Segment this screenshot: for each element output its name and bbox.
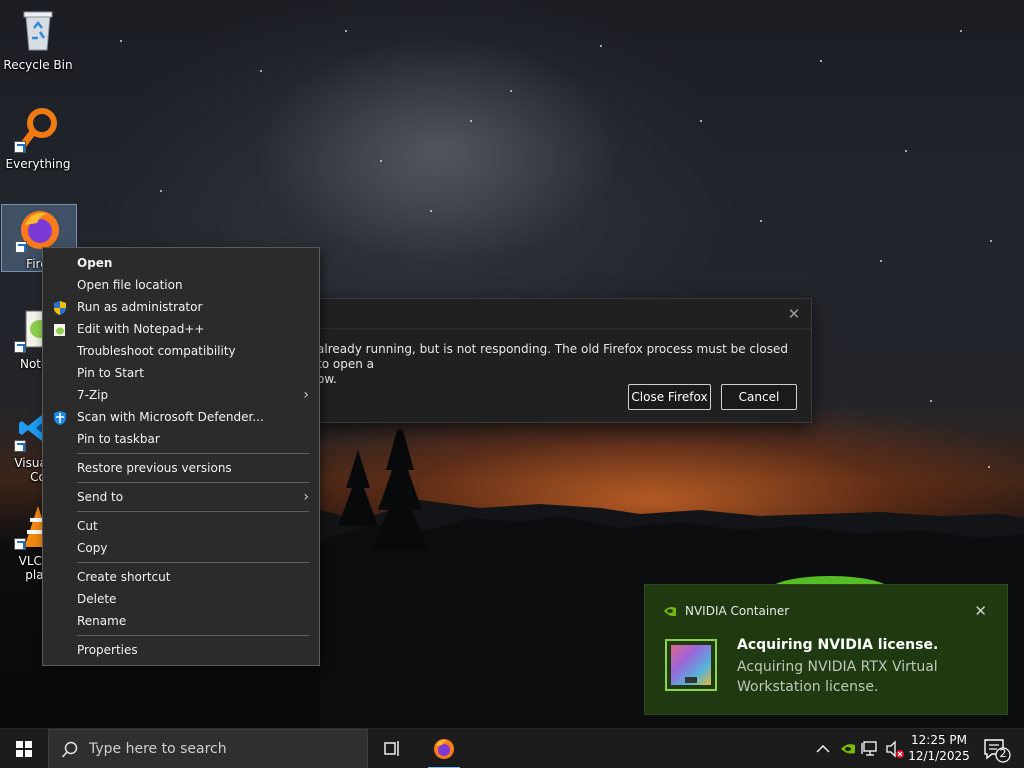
- nvidia-logo-icon: [663, 605, 677, 617]
- menu-separator: [77, 453, 309, 454]
- menu-item-label: Properties: [77, 643, 138, 657]
- menu-item-label: Create shortcut: [77, 570, 171, 584]
- menu-item-label: Open: [77, 256, 113, 270]
- menu-item-label: Restore previous versions: [77, 461, 232, 475]
- start-button[interactable]: [0, 729, 48, 768]
- chevron-up-icon: [816, 745, 830, 753]
- recycle-bin-icon: [14, 6, 62, 54]
- dialog-close-icon[interactable]: ✕: [783, 303, 805, 325]
- chevron-right-icon: ›: [303, 489, 309, 505]
- notification-count-badge: 2: [999, 747, 1007, 760]
- search-placeholder: Type here to search: [89, 741, 227, 757]
- action-center-button[interactable]: 2: [976, 729, 1016, 768]
- menu-item-run-as-administrator[interactable]: Run as administrator: [43, 296, 319, 318]
- search-icon: [61, 741, 78, 758]
- menu-item-create-shortcut[interactable]: Create shortcut: [43, 566, 319, 588]
- menu-item-label: Rename: [77, 614, 127, 628]
- shortcut-arrow-icon: [14, 341, 26, 353]
- menu-item-label: 7-Zip: [77, 388, 109, 402]
- taskbar-clock[interactable]: 12:25 PM 12/1/2025: [908, 732, 970, 764]
- shortcut-arrow-icon: [14, 440, 26, 452]
- menu-item-7zip[interactable]: 7-Zip ›: [43, 384, 319, 406]
- menu-item-label: Edit with Notepad++: [77, 322, 205, 336]
- clock-date: 12/1/2025: [908, 749, 970, 763]
- desktop-icon-everything[interactable]: Everything: [0, 105, 76, 171]
- menu-item-label: Cut: [77, 519, 98, 533]
- uac-shield-icon: [53, 300, 67, 315]
- notification-close-icon[interactable]: ✕: [974, 602, 987, 620]
- menu-separator: [77, 635, 309, 636]
- menu-item-open-file-location[interactable]: Open file location: [43, 274, 319, 296]
- tray-volume-button[interactable]: [884, 729, 906, 768]
- menu-item-delete[interactable]: Delete: [43, 588, 319, 610]
- desktop-icon-label: Everything: [5, 157, 71, 171]
- task-view-icon: [384, 741, 399, 756]
- notification-body: Acquiring NVIDIA RTX Virtual Workstation…: [737, 659, 938, 695]
- menu-item-label: Pin to taskbar: [77, 432, 160, 446]
- dialog-titlebar: ✕: [301, 299, 811, 329]
- defender-shield-icon: [53, 410, 67, 425]
- menu-item-scan-with-defender[interactable]: Scan with Microsoft Defender...: [43, 406, 319, 428]
- context-menu: Open Open file location Run as administr…: [42, 247, 320, 666]
- chevron-right-icon: ›: [303, 387, 309, 403]
- menu-item-cut[interactable]: Cut: [43, 515, 319, 537]
- menu-item-edit-with-notepadpp[interactable]: Edit with Notepad++: [43, 318, 319, 340]
- firefox-not-responding-dialog: ✕ already running, but is not responding…: [300, 298, 812, 423]
- taskbar-firefox-button[interactable]: [422, 729, 466, 768]
- menu-item-label: Scan with Microsoft Defender...: [77, 410, 264, 424]
- menu-item-copy[interactable]: Copy: [43, 537, 319, 559]
- menu-item-pin-to-start[interactable]: Pin to Start: [43, 362, 319, 384]
- menu-item-restore-previous-versions[interactable]: Restore previous versions: [43, 457, 319, 479]
- menu-item-properties[interactable]: Properties: [43, 639, 319, 661]
- show-hidden-icons-button[interactable]: [814, 729, 832, 768]
- nvidia-logo-icon: [841, 744, 855, 754]
- dialog-message-line: already running, but is not responding. …: [317, 342, 788, 371]
- menu-item-label: Troubleshoot compatibility: [77, 344, 236, 358]
- tray-nvidia-button[interactable]: [838, 729, 858, 768]
- menu-item-label: Run as administrator: [77, 300, 203, 314]
- menu-item-label: Copy: [77, 541, 108, 555]
- volume-muted-icon: [886, 740, 904, 758]
- tray-network-button[interactable]: [860, 729, 882, 768]
- shortcut-arrow-icon: [15, 241, 27, 253]
- everything-search-icon: [14, 105, 62, 153]
- firefox-icon: [434, 739, 454, 759]
- shortcut-arrow-icon: [14, 538, 26, 550]
- menu-item-troubleshoot-compatibility[interactable]: Troubleshoot compatibility: [43, 340, 319, 362]
- desktop-icon-recycle-bin[interactable]: Recycle Bin: [0, 6, 76, 72]
- gpu-chip-icon: [665, 639, 717, 691]
- nvidia-notification[interactable]: NVIDIA Container ✕ Acquiring NVIDIA lice…: [644, 584, 1008, 715]
- network-disconnected-icon: [861, 741, 877, 756]
- menu-item-open[interactable]: Open: [43, 252, 319, 274]
- dialog-message: already running, but is not responding. …: [317, 342, 797, 387]
- cancel-button[interactable]: Cancel: [721, 384, 797, 410]
- menu-item-send-to[interactable]: Send to ›: [43, 486, 319, 508]
- notepadpp-icon: [53, 322, 67, 336]
- notification-title: Acquiring NVIDIA license.: [737, 637, 939, 653]
- task-view-button[interactable]: [372, 729, 412, 768]
- menu-item-label: Open file location: [77, 278, 183, 292]
- firefox-icon: [15, 205, 63, 253]
- windows-logo-icon: [16, 741, 32, 757]
- notifications-icon: [984, 739, 1011, 763]
- shortcut-arrow-icon: [14, 141, 26, 153]
- clock-time: 12:25 PM: [911, 733, 967, 747]
- menu-item-pin-to-taskbar[interactable]: Pin to taskbar: [43, 428, 319, 450]
- menu-separator: [77, 562, 309, 563]
- menu-item-rename[interactable]: Rename: [43, 610, 319, 632]
- notification-app-name: NVIDIA Container: [685, 604, 790, 618]
- desktop-icon-label: Recycle Bin: [3, 58, 73, 72]
- close-firefox-button[interactable]: Close Firefox: [628, 384, 711, 410]
- taskbar-search-box[interactable]: Type here to search: [48, 729, 368, 768]
- menu-item-label: Send to: [77, 490, 124, 504]
- menu-separator: [77, 511, 309, 512]
- menu-item-label: Pin to Start: [77, 366, 144, 380]
- menu-separator: [77, 482, 309, 483]
- taskbar: Type here to search 12:25 PM 12/1/2025 2: [0, 728, 1024, 768]
- menu-item-label: Delete: [77, 592, 117, 606]
